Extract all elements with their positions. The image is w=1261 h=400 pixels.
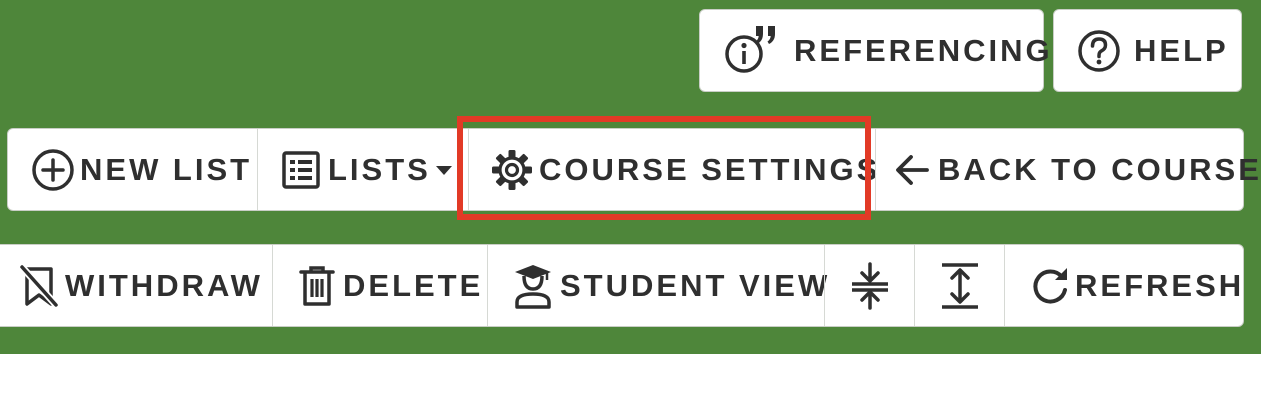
- lists-dropdown-button[interactable]: LISTS: [257, 129, 468, 210]
- item-toolbar: WITHDRAW DELETE STUDENT VIEW REFRESH: [0, 244, 1244, 327]
- new-list-label: NEW LIST: [80, 151, 253, 187]
- collapse-all-button[interactable]: [824, 245, 914, 326]
- student-view-label: STUDENT VIEW: [560, 267, 831, 303]
- lists-label: LISTS: [328, 151, 431, 187]
- list-toolbar: NEW LIST LISTS COURSE SETTINGS BACK TO C…: [7, 128, 1259, 211]
- student-icon: [512, 263, 554, 309]
- list-icon: [280, 149, 322, 191]
- bookmark-off-icon: [19, 264, 59, 308]
- referencing-button[interactable]: REFERENCING: [699, 9, 1050, 92]
- refresh-button[interactable]: REFRESH: [1004, 245, 1245, 326]
- help-button[interactable]: HELP: [1053, 9, 1242, 92]
- gear-icon: [489, 147, 535, 193]
- withdraw-label: WITHDRAW: [65, 267, 263, 303]
- referencing-label: REFERENCING: [794, 32, 1053, 68]
- course-settings-label: COURSE SETTINGS: [539, 151, 881, 187]
- expand-vertical-icon: [940, 262, 980, 310]
- plus-circle-icon: [30, 147, 76, 193]
- refresh-icon: [1029, 264, 1071, 308]
- collapse-vertical-icon: [850, 261, 890, 310]
- question-circle-icon: [1076, 28, 1122, 74]
- delete-label: DELETE: [343, 267, 484, 303]
- info-quote-icon: [724, 22, 782, 80]
- course-settings-button[interactable]: COURSE SETTINGS: [468, 129, 877, 210]
- caret-down-icon: [435, 164, 453, 176]
- student-view-button[interactable]: STUDENT VIEW: [487, 245, 827, 326]
- back-to-course-label: BACK TO COURSE: [938, 151, 1261, 187]
- arrow-left-icon: [892, 150, 932, 190]
- back-to-course-button[interactable]: BACK TO COURSE: [875, 129, 1259, 210]
- refresh-label: REFRESH: [1075, 267, 1245, 303]
- withdraw-button[interactable]: WITHDRAW: [0, 245, 272, 326]
- help-label: HELP: [1134, 32, 1229, 68]
- new-list-button[interactable]: NEW LIST: [8, 129, 257, 210]
- trash-icon: [299, 264, 335, 308]
- delete-button[interactable]: DELETE: [272, 245, 487, 326]
- expand-all-button[interactable]: [914, 245, 1004, 326]
